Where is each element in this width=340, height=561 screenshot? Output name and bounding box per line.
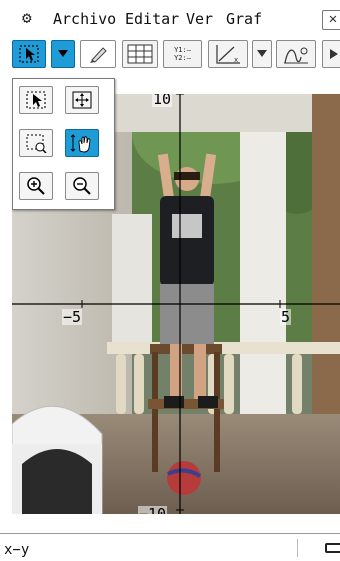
- y-axis-label-top: 10: [152, 94, 173, 107]
- table-button[interactable]: [122, 40, 158, 68]
- zoom-in-icon: [27, 177, 45, 195]
- menu-bar: ⚙ Archivo Editar Ver Graf ✕: [0, 0, 340, 36]
- menu-graf[interactable]: Graf: [226, 10, 262, 28]
- close-button[interactable]: ✕: [322, 10, 340, 30]
- tool-palette: [12, 78, 115, 210]
- zoom-box-icon: [26, 134, 47, 153]
- regression-icon: x: [216, 45, 240, 64]
- pen-tool-button[interactable]: [80, 40, 116, 68]
- pan-button[interactable]: [65, 129, 99, 157]
- toolbar-scroll-right-button[interactable]: [322, 40, 340, 68]
- x-axis-label-right: 5: [280, 308, 292, 326]
- y1-label: Y1:—: [174, 46, 191, 54]
- menu-ver[interactable]: Ver: [186, 10, 213, 28]
- select-pointer-button[interactable]: [19, 86, 53, 114]
- graph-editor-button[interactable]: Y1:— Y2:—: [163, 40, 202, 68]
- select-tool-button[interactable]: [12, 40, 46, 68]
- y-axis-label-bottom: −10: [138, 506, 168, 514]
- coordinate-mode-label[interactable]: x−y: [4, 542, 29, 558]
- menu-archivo[interactable]: Archivo: [53, 10, 116, 28]
- status-bar: x−y: [0, 533, 340, 561]
- zoom-out-button[interactable]: [65, 172, 99, 200]
- select-arrow-icon: [26, 91, 46, 109]
- sketch-button[interactable]: [276, 40, 316, 68]
- regression-button[interactable]: x: [208, 40, 248, 68]
- regression-dropdown-button[interactable]: [252, 40, 272, 68]
- battery-icon: [325, 543, 340, 553]
- zoom-box-button[interactable]: [19, 129, 53, 157]
- dropdown-arrow-icon: [257, 50, 267, 57]
- zoom-out-icon: [73, 177, 91, 195]
- menu-editar[interactable]: Editar: [125, 10, 179, 28]
- zoom-in-button[interactable]: [19, 172, 53, 200]
- zoom-fit-button[interactable]: [65, 86, 99, 114]
- toolbar: Y1:— Y2:— x: [0, 36, 340, 72]
- x-axis-label-left: −5: [62, 308, 83, 326]
- table-icon: [127, 44, 153, 64]
- y2-label: Y2:—: [174, 54, 191, 62]
- pen-icon: [90, 47, 107, 63]
- tool-dropdown-button[interactable]: [51, 40, 75, 68]
- status-divider: [297, 539, 298, 557]
- sketch-icon: [284, 47, 308, 64]
- svg-text:x: x: [234, 56, 238, 64]
- zoom-fit-icon: [72, 91, 92, 109]
- gear-icon[interactable]: ⚙: [22, 10, 32, 26]
- dropdown-arrow-icon: [58, 50, 68, 57]
- select-arrow-icon: [19, 45, 39, 63]
- chevron-right-icon: [330, 49, 338, 59]
- pan-hand-icon: [70, 134, 91, 153]
